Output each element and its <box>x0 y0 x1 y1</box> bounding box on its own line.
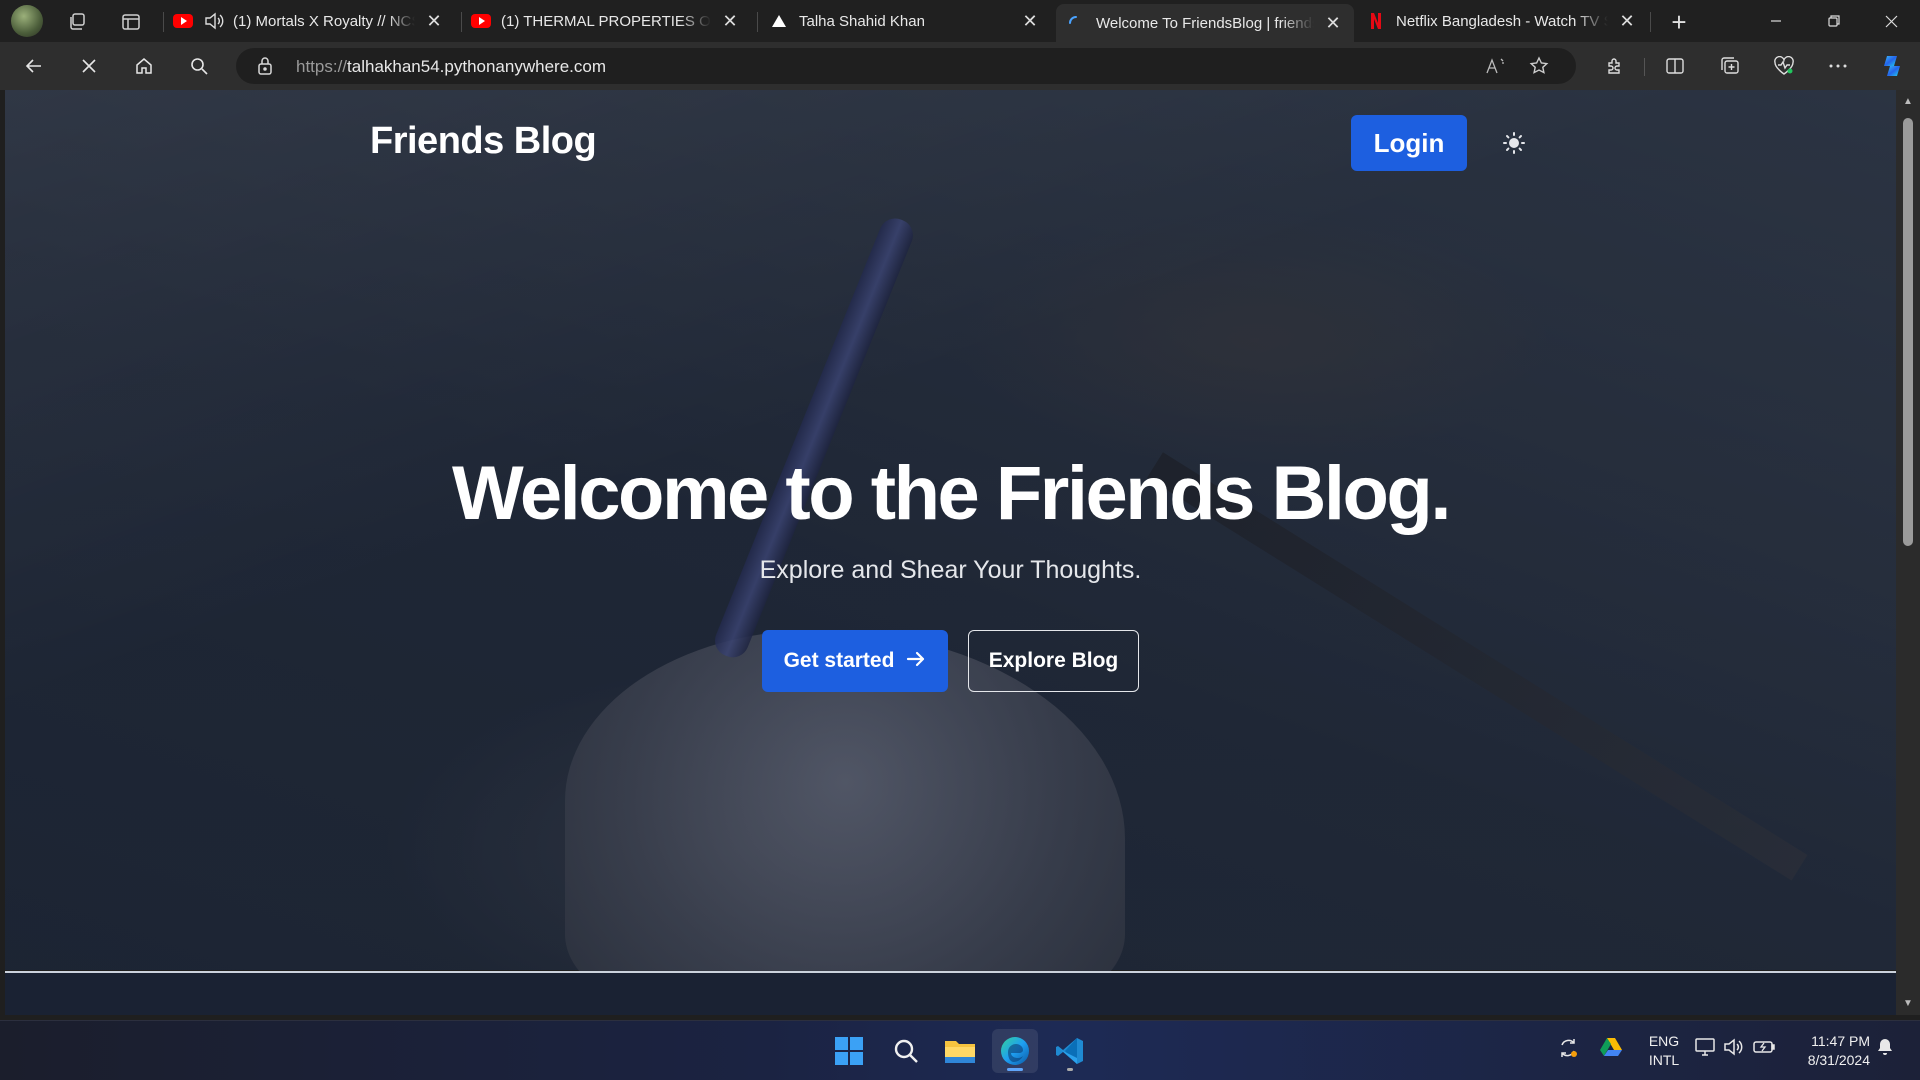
notification-bell-icon[interactable] <box>1876 1037 1894 1061</box>
browser-toolbar: https://talhakhan54.pythonanywhere.com <box>0 42 1920 90</box>
page-viewport: Friends Blog Login Welcome to the Friend… <box>5 90 1896 1015</box>
search-icon[interactable] <box>181 49 217 83</box>
youtube-icon <box>173 11 193 31</box>
edge-browser-icon[interactable] <box>992 1029 1038 1073</box>
windows-taskbar: ENG INTL 11:47 PM 8/31/2024 <box>0 1020 1920 1080</box>
audio-playing-icon[interactable] <box>203 10 225 32</box>
hero-subheading: Explore and Shear Your Thoughts. <box>759 556 1142 584</box>
network-icon[interactable] <box>1694 1037 1716 1061</box>
battery-charging-icon[interactable] <box>1752 1037 1776 1061</box>
stop-loading-icon[interactable] <box>71 49 107 83</box>
loading-icon <box>1066 13 1086 33</box>
hero-section: Friends Blog Login Welcome to the Friend… <box>5 90 1896 1010</box>
tab-close-icon[interactable]: ✕ <box>1322 12 1344 34</box>
restore-button[interactable] <box>1805 0 1863 42</box>
minimize-button[interactable] <box>1747 0 1805 42</box>
clock-date: 8/31/2024 <box>1807 1052 1870 1068</box>
keyboard-layout: INTL <box>1648 1052 1680 1068</box>
search-icon[interactable] <box>883 1029 929 1073</box>
hero-background-photo <box>710 213 918 663</box>
volume-icon[interactable] <box>1723 1037 1745 1061</box>
tab-close-icon[interactable]: ✕ <box>423 10 445 32</box>
tab-title: (1) THERMAL PROPERTIES OF MA <box>501 12 711 30</box>
hero-headline: Welcome to the Friends Blog. <box>452 451 1451 536</box>
favorite-star-icon[interactable] <box>1522 54 1556 78</box>
active-app-indicator <box>1007 1068 1023 1071</box>
more-options-icon[interactable] <box>1820 49 1856 83</box>
back-arrow-icon[interactable] <box>16 49 52 83</box>
tab-netflix[interactable]: Netflix Bangladesh - Watch TV Sh ✕ <box>1356 4 1648 38</box>
copilot-icon[interactable] <box>1874 49 1910 83</box>
login-button[interactable]: Login <box>1351 115 1467 171</box>
tab-actions-icon[interactable] <box>114 5 148 39</box>
browser-essentials-icon[interactable] <box>1766 49 1802 83</box>
explore-blog-button[interactable]: Explore Blog <box>968 630 1139 692</box>
youtube-icon <box>471 11 491 31</box>
new-tab-button[interactable]: + <box>1662 5 1696 39</box>
language-code: ENG <box>1648 1033 1680 1049</box>
tab-close-icon[interactable]: ✕ <box>1019 10 1041 32</box>
close-window-button[interactable] <box>1862 0 1920 42</box>
scroll-up-icon[interactable]: ▲ <box>1903 96 1913 107</box>
split-screen-icon[interactable] <box>1657 49 1693 83</box>
page-scrollbar[interactable]: ▲ ▼ <box>1896 90 1920 1015</box>
vercel-icon <box>769 11 789 31</box>
collections-icon[interactable] <box>1712 49 1748 83</box>
site-logo[interactable]: Friends Blog <box>370 120 597 163</box>
get-started-label: Get started <box>783 649 895 672</box>
file-explorer-icon[interactable] <box>937 1029 983 1073</box>
sync-icon[interactable] <box>1557 1037 1579 1063</box>
extensions-icon[interactable] <box>1597 49 1633 83</box>
lock-icon[interactable] <box>256 56 274 81</box>
profile-avatar[interactable] <box>11 5 43 37</box>
browser-tab-strip: (1) Mortals X Royalty // NCS ✕ (1) THERM… <box>0 0 1920 42</box>
home-icon[interactable] <box>126 49 162 83</box>
url-text[interactable]: https://talhakhan54.pythonanywhere.com <box>296 57 606 77</box>
input-language-indicator[interactable]: ENG INTL <box>1644 1032 1684 1070</box>
scroll-down-icon[interactable]: ▼ <box>1903 998 1913 1009</box>
read-aloud-icon[interactable] <box>1478 54 1512 78</box>
tab-thermal-properties[interactable]: (1) THERMAL PROPERTIES OF MA ✕ <box>461 4 751 38</box>
address-bar[interactable]: https://talhakhan54.pythonanywhere.com <box>236 48 1576 84</box>
running-app-indicator <box>1067 1068 1073 1071</box>
windows-start-icon[interactable] <box>826 1029 872 1073</box>
tab-talha-shahid-khan[interactable]: Talha Shahid Khan ✕ <box>759 4 1051 38</box>
tab-title: Talha Shahid Khan <box>799 12 925 30</box>
tab-close-icon[interactable]: ✕ <box>1616 10 1638 32</box>
clock-time: 11:47 PM <box>1811 1033 1870 1049</box>
arrow-right-icon <box>906 649 926 673</box>
page-footer <box>5 973 1896 1015</box>
tab-friendsblog[interactable]: Welcome To FriendsBlog | friends ✕ <box>1056 4 1354 42</box>
get-started-button[interactable]: Get started <box>762 630 948 692</box>
theme-toggle-sun-icon[interactable] <box>1501 130 1527 156</box>
tab-title: Netflix Bangladesh - Watch TV Sh <box>1396 12 1608 30</box>
workspaces-icon[interactable] <box>60 5 94 39</box>
netflix-icon <box>1366 11 1386 31</box>
system-clock[interactable]: 11:47 PM 8/31/2024 <box>1790 1032 1870 1070</box>
google-drive-icon[interactable] <box>1600 1037 1622 1061</box>
tab-close-icon[interactable]: ✕ <box>719 10 741 32</box>
tab-mortals-royalty[interactable]: (1) Mortals X Royalty // NCS ✕ <box>163 4 455 38</box>
scrollbar-thumb[interactable] <box>1903 118 1913 546</box>
tab-title: Welcome To FriendsBlog | friends <box>1096 14 1314 32</box>
tab-title: (1) Mortals X Royalty // NCS <box>233 12 415 30</box>
vscode-icon[interactable] <box>1047 1029 1093 1073</box>
